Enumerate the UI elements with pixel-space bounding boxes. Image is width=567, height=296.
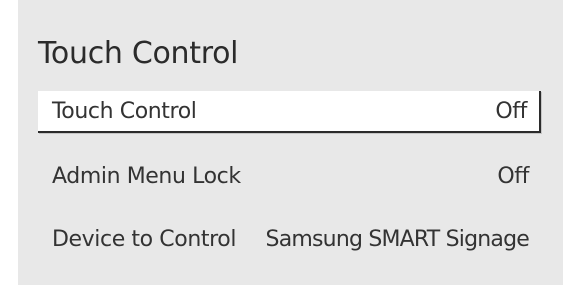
menu-item-value: Off — [495, 98, 527, 124]
menu-item-touch-control[interactable]: Touch Control Off — [38, 91, 541, 133]
menu-item-value: Off — [497, 163, 529, 189]
menu-panel: Touch Control Touch Control Off Admin Me… — [18, 0, 563, 285]
menu-item-label: Admin Menu Lock — [52, 163, 241, 189]
menu-item-value: Samsung SMART Signage — [265, 226, 530, 252]
menu-title: Touch Control — [38, 36, 239, 71]
menu-item-label: Device to Control — [52, 226, 237, 252]
menu-item-label: Touch Control — [52, 98, 197, 124]
menu-item-device-to-control[interactable]: Device to Control Samsung SMART Signage — [38, 218, 541, 260]
menu-item-admin-menu-lock[interactable]: Admin Menu Lock Off — [38, 155, 541, 197]
